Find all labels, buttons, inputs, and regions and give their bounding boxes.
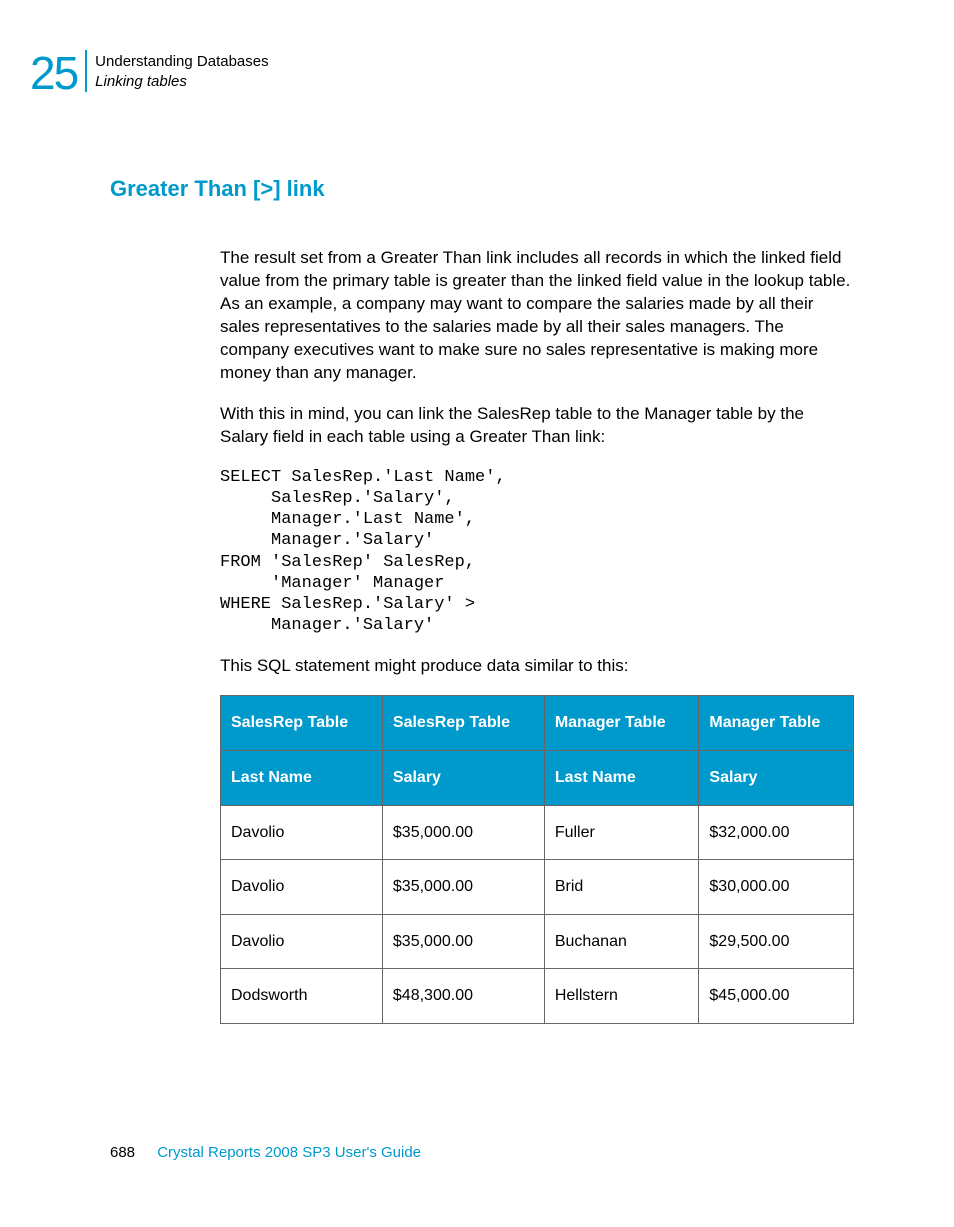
table-cell: Fuller xyxy=(544,805,699,860)
table-cell: Brid xyxy=(544,860,699,915)
results-table: SalesRep Table SalesRep Table Manager Ta… xyxy=(220,695,854,1024)
table-row: Davolio $35,000.00 Buchanan $29,500.00 xyxy=(221,914,854,969)
table-cell: $35,000.00 xyxy=(382,805,544,860)
page-footer: 688 Crystal Reports 2008 SP3 User's Guid… xyxy=(110,1144,894,1161)
table-header-cell: Manager Table xyxy=(544,696,699,751)
table-row: Dodsworth $48,300.00 Hellstern $45,000.0… xyxy=(221,969,854,1024)
table-cell: $32,000.00 xyxy=(699,805,854,860)
table-row: Davolio $35,000.00 Fuller $32,000.00 xyxy=(221,805,854,860)
chapter-title: Understanding Databases xyxy=(95,52,268,72)
table-row: Davolio $35,000.00 Brid $30,000.00 xyxy=(221,860,854,915)
table-cell: Davolio xyxy=(221,805,383,860)
table-header-row: SalesRep Table SalesRep Table Manager Ta… xyxy=(221,696,854,751)
table-cell: $48,300.00 xyxy=(382,969,544,1024)
table-header-cell: Salary xyxy=(699,751,854,806)
header-separator xyxy=(85,50,87,92)
page-number: 688 xyxy=(110,1144,135,1161)
section-title: Linking tables xyxy=(95,72,268,92)
table-header-row: Last Name Salary Last Name Salary xyxy=(221,751,854,806)
table-header-cell: Last Name xyxy=(544,751,699,806)
body-paragraph: The result set from a Greater Than link … xyxy=(220,247,854,385)
table-cell: Hellstern xyxy=(544,969,699,1024)
table-cell: $45,000.00 xyxy=(699,969,854,1024)
table-cell: Davolio xyxy=(221,914,383,969)
table-header-cell: SalesRep Table xyxy=(221,696,383,751)
table-header-cell: SalesRep Table xyxy=(382,696,544,751)
table-cell: $35,000.00 xyxy=(382,914,544,969)
table-header-cell: Manager Table xyxy=(699,696,854,751)
table-cell: $29,500.00 xyxy=(699,914,854,969)
table-cell: Dodsworth xyxy=(221,969,383,1024)
table-body: Davolio $35,000.00 Fuller $32,000.00 Dav… xyxy=(221,805,854,1023)
sql-code-block: SELECT SalesRep.'Last Name', SalesRep.'S… xyxy=(220,467,854,637)
table-header-cell: Last Name xyxy=(221,751,383,806)
section-heading: Greater Than [>] link xyxy=(110,176,854,202)
table-cell: Buchanan xyxy=(544,914,699,969)
page-header: 25 Understanding Databases Linking table… xyxy=(30,50,894,96)
table-cell: $35,000.00 xyxy=(382,860,544,915)
chapter-number: 25 xyxy=(30,50,77,96)
table-cell: Davolio xyxy=(221,860,383,915)
table-header-cell: Salary xyxy=(382,751,544,806)
body-paragraph: This SQL statement might produce data si… xyxy=(220,655,854,678)
doc-title: Crystal Reports 2008 SP3 User's Guide xyxy=(157,1144,421,1161)
body-paragraph: With this in mind, you can link the Sale… xyxy=(220,403,854,449)
table-cell: $30,000.00 xyxy=(699,860,854,915)
